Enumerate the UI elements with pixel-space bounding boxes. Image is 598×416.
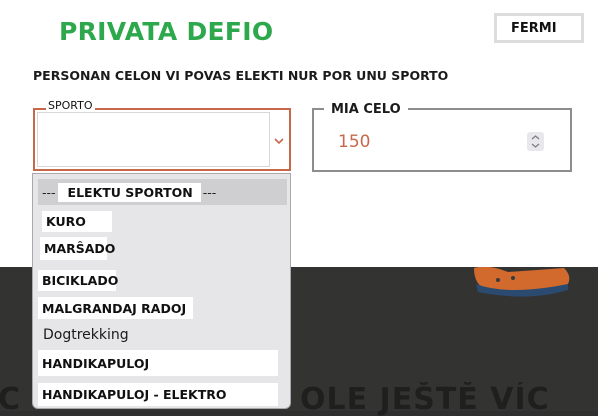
dropdown-option-biciklado[interactable]: BICIKLADO: [38, 270, 118, 291]
dropdown-header-dash-left: ---: [42, 184, 56, 200]
dropdown-option-kuro[interactable]: KURO: [42, 211, 112, 232]
dropdown-header-option[interactable]: --- ELEKTU SPORTON ---: [38, 179, 287, 205]
amount-input[interactable]: [338, 130, 488, 154]
modal-title: PRIVATA DEFIO: [59, 17, 274, 46]
dropdown-header-dash-right: ---: [202, 184, 217, 200]
shoe-illustration: [474, 266, 570, 297]
instruction-text: PERSONAN CELON VI POVAS ELEKTI NUR POR U…: [33, 68, 449, 83]
dropdown-option-marsado[interactable]: MARŜADO: [40, 237, 115, 260]
sport-label: SPORTO: [46, 99, 95, 112]
dropdown-header-label: ELEKTU SPORTON: [57, 182, 201, 202]
sport-select[interactable]: [37, 112, 270, 167]
amount-label: MIA CELO: [324, 102, 408, 117]
sport-dropdown-list[interactable]: --- ELEKTU SPORTON --- KURO MARŜADO BICI…: [32, 173, 291, 409]
dropdown-option-handikapuloj-elektro[interactable]: HANDIKAPULOJ - ELEKTRO: [38, 383, 278, 406]
close-button[interactable]: FERMI: [494, 13, 584, 43]
chevron-down-icon[interactable]: [272, 134, 286, 148]
dropdown-option-malgrandaj-radoj[interactable]: MALGRANDAJ RADOJ: [38, 297, 193, 319]
dropdown-option-dogtrekking[interactable]: Dogtrekking: [39, 323, 159, 347]
dropdown-option-handikapuloj[interactable]: HANDIKAPULOJ: [38, 350, 278, 376]
number-stepper-icon[interactable]: [527, 132, 544, 151]
